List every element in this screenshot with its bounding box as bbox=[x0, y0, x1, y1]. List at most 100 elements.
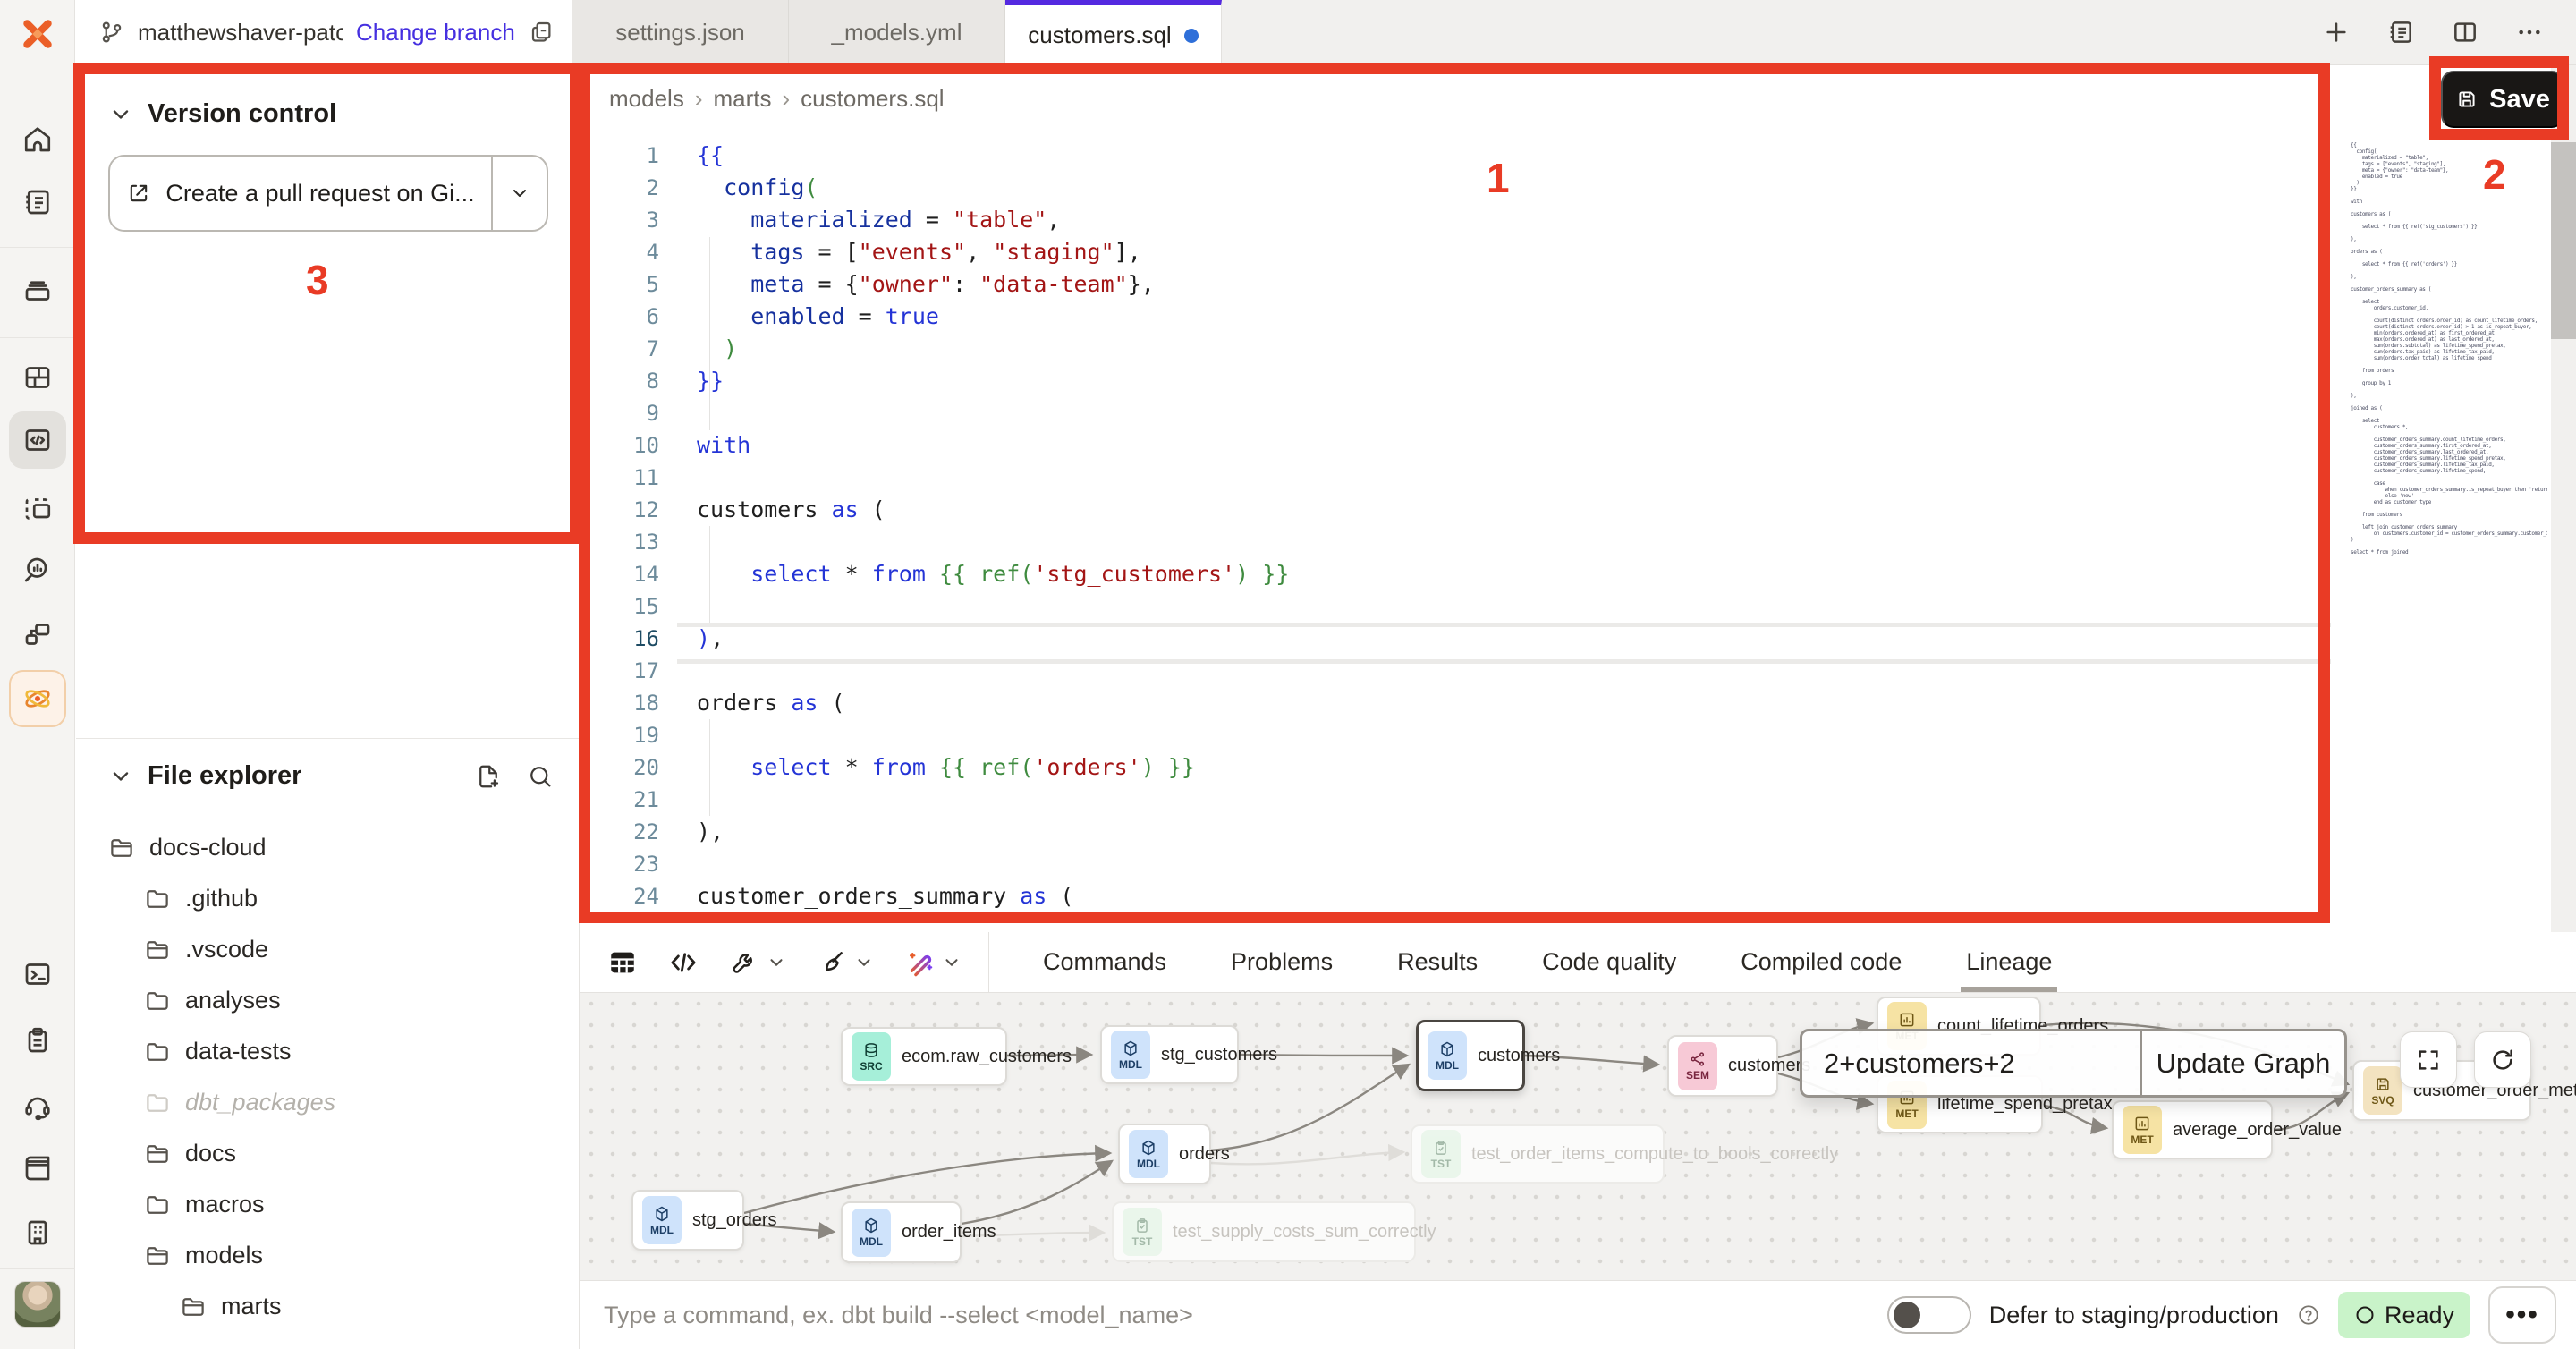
docs-book-icon[interactable] bbox=[0, 1140, 75, 1197]
file-explorer-item-dbt_packages[interactable]: dbt_packages bbox=[76, 1077, 579, 1128]
notebook-list-icon[interactable] bbox=[2386, 18, 2415, 47]
new-file-icon[interactable] bbox=[475, 763, 502, 790]
code-line[interactable]: 20 select * from {{ ref('orders') }} bbox=[580, 751, 2336, 784]
windows-icon[interactable] bbox=[0, 606, 75, 663]
split-pane-icon[interactable] bbox=[2451, 18, 2479, 47]
file-explorer-item-marts[interactable]: marts bbox=[76, 1281, 579, 1332]
fix-tool-group[interactable] bbox=[729, 947, 786, 978]
save-button[interactable]: Save bbox=[2441, 71, 2564, 128]
dbt-copilot-icon[interactable] bbox=[0, 670, 75, 727]
create-pr-button[interactable]: Create a pull request on Gi... bbox=[108, 155, 548, 232]
support-headset-icon[interactable] bbox=[0, 1078, 75, 1135]
lineage-node-orders[interactable]: MDLorders bbox=[1118, 1124, 1211, 1184]
file-explorer-item-.github[interactable]: .github bbox=[76, 873, 579, 924]
ai-magic-pen-icon[interactable] bbox=[904, 947, 935, 978]
terminal-icon[interactable] bbox=[0, 946, 75, 1003]
code-editor[interactable]: models›marts›customers.sql 1{{2 config(3… bbox=[580, 65, 2576, 932]
broom-icon[interactable] bbox=[817, 947, 847, 978]
lineage-node-customers[interactable]: MDLcustomers bbox=[1416, 1020, 1525, 1091]
user-avatar[interactable] bbox=[14, 1281, 61, 1328]
lineage-canvas[interactable]: SRCecom.raw_customersMDLstg_customersMDL… bbox=[580, 993, 2576, 1280]
file-explorer-item-.vscode[interactable]: .vscode bbox=[76, 924, 579, 975]
file-explorer-header[interactable]: File explorer bbox=[108, 761, 554, 791]
tab-_models.yml[interactable]: _models.yml bbox=[789, 0, 1005, 65]
code-line[interactable]: 18orders as ( bbox=[580, 687, 2336, 719]
wrench-icon[interactable] bbox=[729, 947, 759, 978]
create-pr-main[interactable]: Create a pull request on Gi... bbox=[110, 157, 491, 230]
refresh-button[interactable] bbox=[2474, 1031, 2531, 1088]
code-line[interactable]: 3 materialized = "table", bbox=[580, 204, 2336, 236]
code-line[interactable]: 1{{ bbox=[580, 140, 2336, 172]
tab-customers.sql[interactable]: customers.sql bbox=[1005, 0, 1222, 65]
ai-assist-group[interactable] bbox=[904, 947, 962, 978]
lineage-selector-input[interactable]: 2+customers+2 bbox=[1802, 1031, 2142, 1095]
panel-tab-lineage[interactable]: Lineage bbox=[1966, 932, 2052, 992]
panel-tab-problems[interactable]: Problems bbox=[1231, 932, 1333, 992]
code-line[interactable]: 9 bbox=[580, 397, 2336, 429]
file-explorer-item-docs[interactable]: docs bbox=[76, 1128, 579, 1179]
panel-tab-commands[interactable]: Commands bbox=[1043, 932, 1166, 992]
panel-tab-compiled-code[interactable]: Compiled code bbox=[1741, 932, 1902, 992]
code-line[interactable]: 7 ) bbox=[580, 333, 2336, 365]
more-options-icon[interactable] bbox=[2515, 18, 2544, 47]
code-line[interactable]: 23 bbox=[580, 848, 2336, 880]
code-line[interactable]: 21 bbox=[580, 784, 2336, 816]
lineage-node-order_items[interactable]: MDLorder_items bbox=[841, 1201, 962, 1263]
file-explorer-item-analyses[interactable]: analyses bbox=[76, 975, 579, 1026]
code-line[interactable]: 15 bbox=[580, 590, 2336, 623]
minimap[interactable]: {{ config( materialized = "table", tags … bbox=[2351, 142, 2547, 572]
code-line[interactable]: 8}} bbox=[580, 365, 2336, 397]
notebook-icon[interactable] bbox=[0, 174, 75, 231]
help-icon[interactable] bbox=[2297, 1303, 2320, 1327]
code-line[interactable]: 2 config( bbox=[580, 172, 2336, 204]
code-line[interactable]: 22), bbox=[580, 816, 2336, 848]
chevron-down-icon[interactable] bbox=[942, 953, 962, 972]
version-control-header[interactable]: Version control bbox=[108, 99, 336, 129]
clipboard-icon[interactable] bbox=[0, 1012, 75, 1069]
lineage-node-test_supply_costs_sum_correctly[interactable]: TSTtest_supply_costs_sum_correctly bbox=[1112, 1201, 1416, 1262]
lineage-node-stg_customers[interactable]: MDLstg_customers bbox=[1100, 1025, 1239, 1084]
dashed-window-icon[interactable] bbox=[0, 480, 75, 538]
lineage-node-test_order_items_compute_to_bools_correctly[interactable]: TSTtest_order_items_compute_to_bools_cor… bbox=[1411, 1124, 1665, 1184]
format-tool-group[interactable] bbox=[817, 947, 874, 978]
chevron-down-icon[interactable] bbox=[767, 953, 786, 972]
panel-tab-results[interactable]: Results bbox=[1397, 932, 1478, 992]
file-explorer-item-data-tests[interactable]: data-tests bbox=[76, 1026, 579, 1077]
more-actions-button[interactable]: ••• bbox=[2488, 1286, 2556, 1344]
organization-icon[interactable] bbox=[0, 1204, 75, 1261]
code-line[interactable]: 10with bbox=[580, 429, 2336, 462]
dashboard-icon[interactable] bbox=[0, 349, 75, 406]
breadcrumb-item[interactable]: models bbox=[609, 85, 684, 113]
code-line[interactable]: 24customer_orders_summary as ( bbox=[580, 880, 2336, 912]
drawer-icon[interactable] bbox=[0, 261, 75, 318]
change-branch-link[interactable]: Change branch bbox=[356, 19, 515, 47]
code-line[interactable]: 14 select * from {{ ref('stg_customers')… bbox=[580, 558, 2336, 590]
code-line[interactable]: 16), bbox=[580, 623, 2336, 655]
fullscreen-button[interactable] bbox=[2400, 1031, 2457, 1088]
create-pr-caret[interactable] bbox=[491, 157, 547, 230]
file-explorer-item-models[interactable]: models bbox=[76, 1230, 579, 1281]
lineage-node-customers[interactable]: SEMcustomers bbox=[1667, 1035, 1778, 1097]
code-line[interactable]: 11 bbox=[580, 462, 2336, 494]
search-icon[interactable] bbox=[527, 763, 554, 790]
new-tab-plus-icon[interactable] bbox=[2322, 18, 2351, 47]
scrollbar-thumb[interactable] bbox=[2551, 142, 2576, 339]
update-graph-button[interactable]: Update Graph bbox=[2142, 1031, 2344, 1095]
chevron-down-icon[interactable] bbox=[854, 953, 874, 972]
status-badge[interactable]: Ready bbox=[2338, 1292, 2470, 1338]
lineage-node-average_order_value[interactable]: METaverage_order_value bbox=[2112, 1100, 2273, 1159]
file-explorer-item-docs-cloud[interactable]: docs-cloud bbox=[76, 822, 579, 873]
copy-icon[interactable] bbox=[528, 19, 555, 46]
file-explorer-item-macros[interactable]: macros bbox=[76, 1179, 579, 1230]
editor-scrollbar[interactable] bbox=[2551, 65, 2576, 932]
code-line[interactable]: 13 bbox=[580, 526, 2336, 558]
home-icon[interactable] bbox=[0, 111, 75, 168]
code-line[interactable]: 6 enabled = true bbox=[580, 301, 2336, 333]
command-input[interactable]: Type a command, ex. dbt build --select <… bbox=[580, 1302, 1193, 1329]
code-editor-icon[interactable] bbox=[0, 411, 75, 469]
panel-tab-code-quality[interactable]: Code quality bbox=[1542, 932, 1676, 992]
preview-table-icon[interactable] bbox=[607, 947, 638, 978]
code-lines[interactable]: 1{{2 config(3 materialized = "table",4 t… bbox=[580, 140, 2336, 912]
code-line[interactable]: 5 meta = {"owner": "data-team"}, bbox=[580, 268, 2336, 301]
code-line[interactable]: 17 bbox=[580, 655, 2336, 687]
